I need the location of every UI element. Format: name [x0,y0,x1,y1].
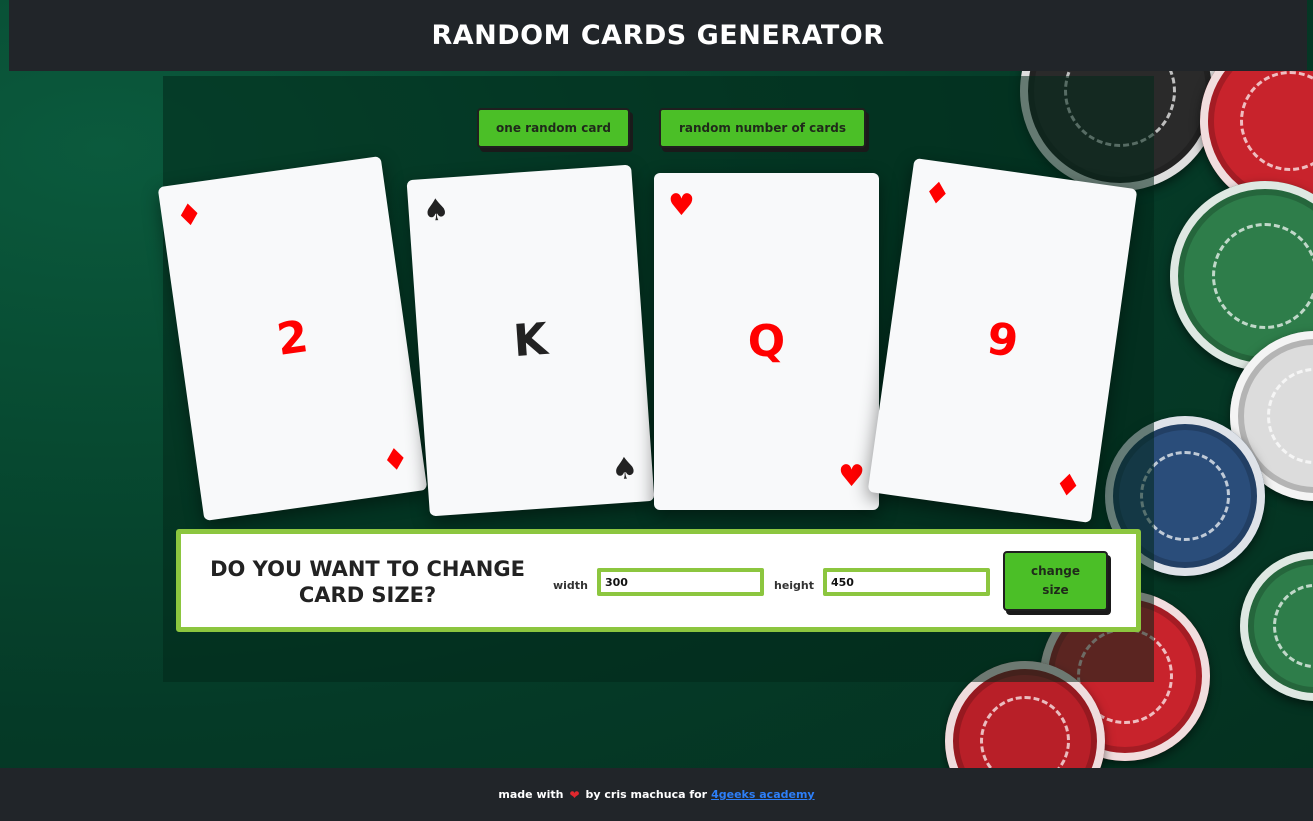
card-value: 2 [273,310,312,366]
heart-icon: ❤ [569,787,580,802]
playing-card-3: ♥ Q ♥ [654,173,879,510]
card-value: Q [747,315,786,367]
change-size-button[interactable]: change size [1003,551,1108,611]
page-header: Random Cards Generator [9,0,1307,71]
card-value: K [511,313,550,367]
playing-card-1: ♦ 2 ♦ [157,155,428,522]
random-number-of-cards-button[interactable]: random number of cards [659,108,866,148]
footer-made-with: made with [498,788,564,801]
diamond-icon: ♦ [379,441,412,480]
card-size-form: Do you want to change card size? width h… [176,529,1141,632]
height-label: height [774,579,815,592]
heart-icon: ♥ [668,188,695,223]
chip-green-2 [1240,551,1313,701]
diamond-icon: ♦ [173,196,206,235]
4geeks-academy-link[interactable]: 4Geeks Academy [711,788,814,801]
width-label: width [553,579,588,592]
card-value: 9 [983,312,1022,368]
page-footer: made with ❤ by Cris Machuca for 4Geeks A… [0,768,1313,821]
footer-credit: by Cris Machuca for [585,788,708,801]
size-question: Do you want to change card size? [210,557,525,607]
diamond-icon: ♦ [1052,466,1084,506]
playing-card-4: ♦ 9 ♦ [867,157,1138,524]
width-input[interactable] [597,568,764,596]
page-title: Random Cards Generator [431,20,885,51]
playing-card-2: ♠ K ♠ [406,164,655,517]
diamond-icon: ♦ [921,174,953,214]
height-input[interactable] [823,568,990,596]
heart-icon: ♥ [838,459,865,494]
spade-icon: ♠ [610,450,640,488]
one-random-card-button[interactable]: one random card [477,108,630,148]
spade-icon: ♠ [421,192,451,230]
